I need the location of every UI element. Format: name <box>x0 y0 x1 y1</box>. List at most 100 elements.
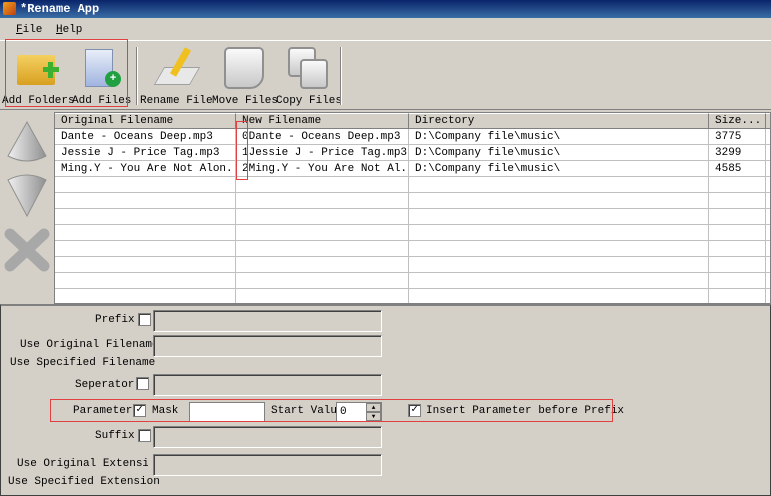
window-title: *Rename App <box>20 2 100 16</box>
empty-cell[interactable] <box>409 241 709 257</box>
empty-cell[interactable] <box>55 241 236 257</box>
table-cell[interactable]: D:\Company file\music\ <box>409 161 709 177</box>
use-original-extension-label[interactable]: Use Original Extension <box>17 458 148 470</box>
toolbar-separator <box>340 47 342 105</box>
empty-cell[interactable] <box>709 257 766 273</box>
table-cell[interactable]: 4585 <box>709 161 766 177</box>
column-header-directory[interactable]: Directory <box>409 113 709 129</box>
cone-up-icon <box>7 120 47 162</box>
column-header-filler <box>766 113 770 129</box>
suffix-input[interactable] <box>153 426 382 448</box>
separator-checkbox[interactable] <box>136 377 149 390</box>
separator-label: Seperator <box>75 379 135 391</box>
table-cell[interactable]: 2Ming.Y - You Are Not Al... <box>236 161 409 177</box>
separator-input[interactable] <box>153 374 382 396</box>
table-cell[interactable]: D:\Company file\music\ <box>409 129 709 145</box>
highlight-box <box>5 39 128 107</box>
empty-cell[interactable] <box>236 273 409 289</box>
empty-cell[interactable] <box>236 177 409 193</box>
empty-cell[interactable] <box>709 241 766 257</box>
x-icon <box>4 228 50 272</box>
empty-cell[interactable] <box>55 289 236 303</box>
prefix-input[interactable] <box>153 310 382 332</box>
table-cell[interactable]: D:\Company file\music\ <box>409 145 709 161</box>
toolbar-separator <box>136 47 138 105</box>
empty-cell[interactable] <box>766 193 770 209</box>
empty-cell[interactable] <box>766 145 770 161</box>
empty-cell[interactable] <box>236 241 409 257</box>
filename-input[interactable] <box>153 335 382 357</box>
empty-cell[interactable] <box>55 209 236 225</box>
column-header-new[interactable]: New Filename <box>236 113 409 129</box>
empty-cell[interactable] <box>709 209 766 225</box>
empty-cell[interactable] <box>409 177 709 193</box>
app-icon <box>3 2 16 15</box>
empty-cell[interactable] <box>409 225 709 241</box>
side-panel <box>0 112 54 304</box>
highlight-box <box>50 399 613 422</box>
copy-files-label: Copy Files <box>276 95 343 107</box>
rename-files-button[interactable]: Rename Files <box>140 45 212 109</box>
move-files-label: Move Files <box>212 95 279 107</box>
prefix-label: Prefix <box>95 314 135 326</box>
title-bar: *Rename App <box>0 0 771 18</box>
empty-cell[interactable] <box>236 193 409 209</box>
table-cell[interactable]: 3299 <box>709 145 766 161</box>
empty-cell[interactable] <box>766 289 770 303</box>
move-down-button[interactable] <box>6 172 48 218</box>
table-cell[interactable]: Jessie J - Price Tag.mp3 <box>55 145 236 161</box>
empty-cell[interactable] <box>766 273 770 289</box>
extension-input[interactable] <box>153 454 382 476</box>
use-specified-extension-label[interactable]: Use Specified Extension <box>8 476 160 488</box>
rename-pencil-icon <box>153 45 201 91</box>
empty-cell[interactable] <box>709 177 766 193</box>
table-cell[interactable]: 1Jessie J - Price Tag.mp3 <box>236 145 409 161</box>
menu-bar: File Help <box>0 20 771 40</box>
empty-cell[interactable] <box>766 177 770 193</box>
empty-cell[interactable] <box>55 193 236 209</box>
empty-cell[interactable] <box>709 225 766 241</box>
table-cell[interactable]: Ming.Y - You Are Not Alon... <box>55 161 236 177</box>
highlight-box <box>236 121 248 180</box>
table-cell[interactable]: 3775 <box>709 129 766 145</box>
empty-cell[interactable] <box>409 289 709 303</box>
empty-cell[interactable] <box>766 129 770 145</box>
empty-cell[interactable] <box>55 257 236 273</box>
column-header-original[interactable]: Original Filename <box>55 113 236 129</box>
empty-cell[interactable] <box>55 177 236 193</box>
empty-cell[interactable] <box>236 257 409 273</box>
empty-cell[interactable] <box>409 257 709 273</box>
empty-cell[interactable] <box>236 209 409 225</box>
copy-files-button[interactable]: Copy Files <box>276 45 343 109</box>
move-files-button[interactable]: Move Files <box>212 45 279 109</box>
empty-cell[interactable] <box>409 273 709 289</box>
column-header-size[interactable]: Size... <box>709 113 766 129</box>
empty-cell[interactable] <box>709 193 766 209</box>
suffix-label: Suffix <box>95 430 135 442</box>
use-specified-filename-label[interactable]: Use Specified Filename <box>10 357 155 369</box>
menu-file[interactable]: File <box>16 24 42 36</box>
menu-help[interactable]: Help <box>56 24 82 36</box>
empty-cell[interactable] <box>409 193 709 209</box>
use-original-filename-label[interactable]: Use Original Filename <box>20 339 159 351</box>
move-up-button[interactable] <box>6 120 48 166</box>
empty-cell[interactable] <box>55 273 236 289</box>
empty-cell[interactable] <box>766 161 770 177</box>
prefix-checkbox[interactable] <box>138 313 151 326</box>
empty-cell[interactable] <box>766 257 770 273</box>
empty-cell[interactable] <box>236 289 409 303</box>
empty-cell[interactable] <box>766 241 770 257</box>
remove-button[interactable] <box>4 224 50 272</box>
empty-cell[interactable] <box>766 209 770 225</box>
empty-cell[interactable] <box>409 209 709 225</box>
table-cell[interactable]: 0Dante - Oceans Deep.mp3 <box>236 129 409 145</box>
empty-cell[interactable] <box>709 273 766 289</box>
empty-cell[interactable] <box>766 225 770 241</box>
empty-cell[interactable] <box>236 225 409 241</box>
table-cell[interactable]: Dante - Oceans Deep.mp3 <box>55 129 236 145</box>
file-table[interactable]: Original Filename New Filename Directory… <box>54 112 771 304</box>
suffix-checkbox[interactable] <box>138 429 151 442</box>
page-icon <box>220 45 266 91</box>
empty-cell[interactable] <box>709 289 766 303</box>
empty-cell[interactable] <box>55 225 236 241</box>
